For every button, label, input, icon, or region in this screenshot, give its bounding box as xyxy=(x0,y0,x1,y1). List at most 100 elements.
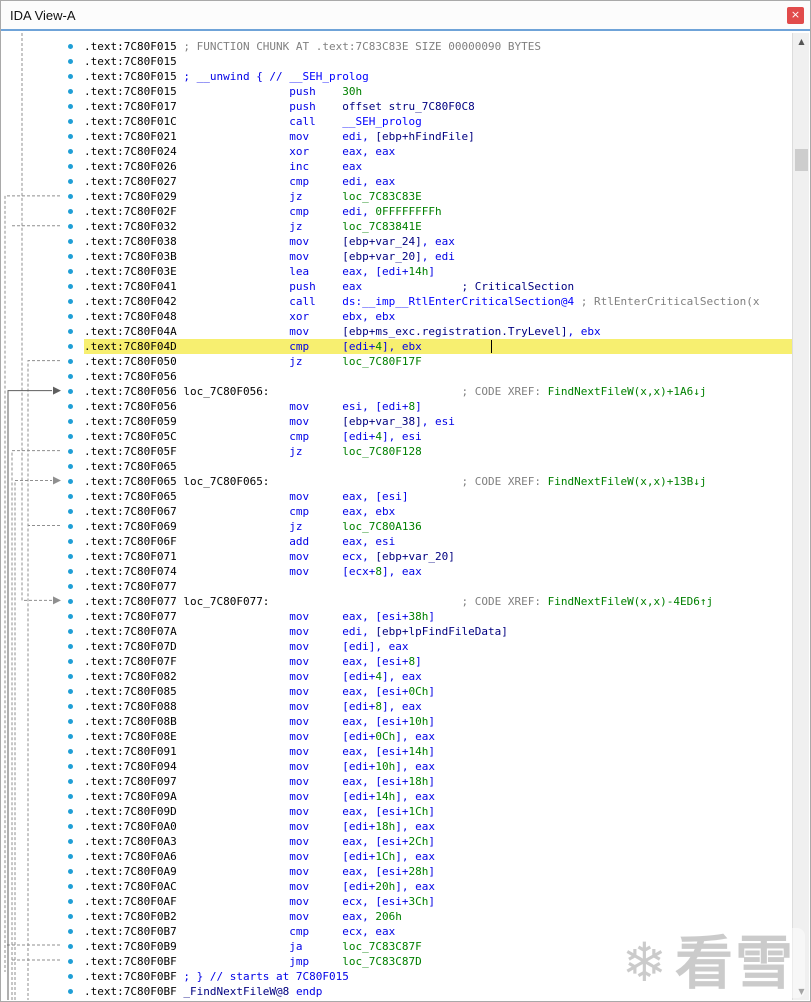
token-loc[interactable]: loc_7C83841E xyxy=(342,220,421,233)
scrollbar-thumb[interactable] xyxy=(795,149,808,171)
listing-line[interactable]: .text:7C80F065 loc_7C80F065: ; CODE XREF… xyxy=(68,474,792,489)
listing-line[interactable]: .text:7C80F0A6 mov [edi+1Ch], eax xyxy=(68,849,792,864)
listing-line[interactable]: .text:7C80F042 call ds:__imp__RtlEnterCr… xyxy=(68,294,792,309)
listing-line[interactable]: .text:7C80F067 cmp eax, ebx xyxy=(68,504,792,519)
listing-line[interactable]: .text:7C80F048 xor ebx, ebx xyxy=(68,309,792,324)
listing-line[interactable]: .text:7C80F0AF mov ecx, [esi+3Ch] xyxy=(68,894,792,909)
listing-line[interactable]: .text:7C80F04D cmp [edi+4], ebx xyxy=(68,339,792,354)
token-mn: mov xyxy=(176,700,343,713)
listing-line[interactable]: .text:7C80F015 push 30h xyxy=(68,84,792,99)
token-loc[interactable]: loc_7C80F128 xyxy=(342,445,421,458)
token-loc[interactable]: loc_7C83C87D xyxy=(342,955,421,968)
listing-line[interactable]: .text:7C80F09D mov eax, [esi+1Ch] xyxy=(68,804,792,819)
listing-line[interactable]: .text:7C80F017 push offset stru_7C80F0C8 xyxy=(68,99,792,114)
listing-line[interactable]: .text:7C80F0BF jmp loc_7C83C87D xyxy=(68,954,792,969)
token-var[interactable]: offset stru_7C80F0C8 xyxy=(342,100,474,113)
listing-line[interactable]: .text:7C80F097 mov eax, [esi+18h] xyxy=(68,774,792,789)
scrollbar-down-icon[interactable]: ▼ xyxy=(793,983,809,1000)
listing-line[interactable]: .text:7C80F077 xyxy=(68,579,792,594)
token-loc[interactable]: loc_7C80A136 xyxy=(342,520,421,533)
token-reg: [edi+ xyxy=(342,790,376,803)
token-reg: ], eax xyxy=(382,565,422,578)
listing-line[interactable]: .text:7C80F074 mov [ecx+8], eax xyxy=(68,564,792,579)
listing-line[interactable]: .text:7C80F065 mov eax, [esi] xyxy=(68,489,792,504)
token-var[interactable]: [ebp+hFindFile] xyxy=(375,130,474,143)
token-mn: mov xyxy=(176,655,343,668)
listing-line[interactable]: .text:7C80F038 mov [ebp+var_24], eax xyxy=(68,234,792,249)
token-var[interactable]: [ebp+ms_exc.registration.TryLevel] xyxy=(342,325,567,338)
listing-line[interactable]: .text:7C80F0A0 mov [edi+18h], eax xyxy=(68,819,792,834)
listing-line[interactable]: .text:7C80F05F jz loc_7C80F128 xyxy=(68,444,792,459)
listing-line[interactable]: .text:7C80F056 mov esi, [edi+8] xyxy=(68,399,792,414)
listing-line[interactable]: .text:7C80F021 mov edi, [ebp+hFindFile] xyxy=(68,129,792,144)
listing-line[interactable]: .text:7C80F069 jz loc_7C80A136 xyxy=(68,519,792,534)
listing-line[interactable]: .text:7C80F024 xor eax, eax xyxy=(68,144,792,159)
token-loc[interactable]: loc_7C83C87F xyxy=(342,940,421,953)
listing-line[interactable]: .text:7C80F0B2 mov eax, 206h xyxy=(68,909,792,924)
listing-line[interactable]: .text:7C80F026 inc eax xyxy=(68,159,792,174)
token-name[interactable]: __SEH_prolog xyxy=(289,70,368,83)
token-name[interactable]: __SEH_prolog xyxy=(342,115,421,128)
token-var[interactable]: _FindNextFileW@8 xyxy=(177,985,296,998)
listing-line[interactable]: .text:7C80F0AC mov [edi+20h], eax xyxy=(68,879,792,894)
listing-line[interactable]: .text:7C80F03E lea eax, [edi+14h] xyxy=(68,264,792,279)
listing-line[interactable]: .text:7C80F0B9 ja loc_7C83C87F xyxy=(68,939,792,954)
nav-marker-dot xyxy=(68,944,73,949)
listing-line[interactable]: .text:7C80F056 xyxy=(68,369,792,384)
token-reg: ] xyxy=(428,610,436,623)
listing-line[interactable]: .text:7C80F09A mov [edi+14h], eax xyxy=(68,789,792,804)
listing-line[interactable]: .text:7C80F088 mov [edi+8], eax xyxy=(68,699,792,714)
listing-line[interactable]: .text:7C80F04A mov [ebp+ms_exc.registrat… xyxy=(68,324,792,339)
listing-line[interactable]: .text:7C80F015 xyxy=(68,54,792,69)
token-mn: mov xyxy=(176,490,343,503)
token-reg: ] xyxy=(428,745,436,758)
listing-line[interactable]: .text:7C80F07A mov edi, [ebp+lpFindFileD… xyxy=(68,624,792,639)
close-button[interactable]: × xyxy=(787,6,804,24)
listing-line[interactable]: .text:7C80F0BF ; } // starts at 7C80F015 xyxy=(68,969,792,984)
listing-line[interactable]: .text:7C80F091 mov eax, [esi+14h] xyxy=(68,744,792,759)
listing-line[interactable]: .text:7C80F056 loc_7C80F056: ; CODE XREF… xyxy=(68,384,792,399)
listing-line[interactable]: .text:7C80F07D mov [edi], eax xyxy=(68,639,792,654)
listing-line[interactable]: .text:7C80F02F cmp edi, 0FFFFFFFFh xyxy=(68,204,792,219)
listing-line[interactable]: .text:7C80F077 loc_7C80F077: ; CODE XREF… xyxy=(68,594,792,609)
listing-line[interactable]: .text:7C80F027 cmp edi, eax xyxy=(68,174,792,189)
listing-line[interactable]: .text:7C80F08E mov [edi+0Ch], eax xyxy=(68,729,792,744)
listing-line[interactable]: .text:7C80F032 jz loc_7C83841E xyxy=(68,219,792,234)
listing-line[interactable]: .text:7C80F094 mov [edi+10h], eax xyxy=(68,759,792,774)
disassembly-listing[interactable]: .text:7C80F015 ; FUNCTION CHUNK AT .text… xyxy=(2,33,792,1000)
scrollbar-up-icon[interactable]: ▲ xyxy=(793,33,809,50)
listing-line[interactable]: .text:7C80F059 mov [ebp+var_38], esi xyxy=(68,414,792,429)
listing-line[interactable]: .text:7C80F08B mov eax, [esi+10h] xyxy=(68,714,792,729)
window-titlebar[interactable]: IDA View-A × xyxy=(1,1,810,31)
listing-line[interactable]: .text:7C80F0A9 mov eax, [esi+28h] xyxy=(68,864,792,879)
listing-line[interactable]: .text:7C80F0B7 cmp ecx, eax xyxy=(68,924,792,939)
listing-line[interactable]: .text:7C80F03B mov [ebp+var_20], edi xyxy=(68,249,792,264)
listing-line[interactable]: .text:7C80F015 ; __unwind { // __SEH_pro… xyxy=(68,69,792,84)
token-loc[interactable]: loc_7C80F17F xyxy=(342,355,421,368)
listing-line[interactable]: .text:7C80F07F mov eax, [esi+8] xyxy=(68,654,792,669)
listing-line[interactable]: .text:7C80F085 mov eax, [esi+0Ch] xyxy=(68,684,792,699)
vertical-scrollbar[interactable]: ▲ ▼ xyxy=(792,33,809,1000)
token-var[interactable]: [ebp+var_20] xyxy=(342,250,421,263)
listing-line[interactable]: .text:7C80F041 push eax ; CriticalSectio… xyxy=(68,279,792,294)
listing-line[interactable]: .text:7C80F06F add eax, esi xyxy=(68,534,792,549)
token-name[interactable]: ds:__imp__RtlEnterCriticalSection@4 xyxy=(342,295,574,308)
token-reg: eax, [edi+ xyxy=(342,265,409,278)
listing-line[interactable]: .text:7C80F065 xyxy=(68,459,792,474)
token-var[interactable]: [ebp+lpFindFileData] xyxy=(375,625,507,638)
token-mn: mov xyxy=(176,235,343,248)
listing-line[interactable]: .text:7C80F0BF _FindNextFileW@8 endp xyxy=(68,984,792,999)
token-var[interactable]: [ebp+var_24] xyxy=(342,235,421,248)
token-loc[interactable]: loc_7C83C83E xyxy=(342,190,421,203)
listing-line[interactable]: .text:7C80F077 mov eax, [esi+38h] xyxy=(68,609,792,624)
listing-line[interactable]: .text:7C80F01C call __SEH_prolog xyxy=(68,114,792,129)
listing-line[interactable]: .text:7C80F015 ; FUNCTION CHUNK AT .text… xyxy=(68,39,792,54)
listing-line[interactable]: .text:7C80F029 jz loc_7C83C83E xyxy=(68,189,792,204)
listing-line[interactable]: .text:7C80F071 mov ecx, [ebp+var_20] xyxy=(68,549,792,564)
token-var[interactable]: [ebp+var_20] xyxy=(375,550,454,563)
listing-line[interactable]: .text:7C80F082 mov [edi+4], eax xyxy=(68,669,792,684)
listing-line[interactable]: .text:7C80F0A3 mov eax, [esi+2Ch] xyxy=(68,834,792,849)
listing-line[interactable]: .text:7C80F050 jz loc_7C80F17F xyxy=(68,354,792,369)
listing-line[interactable]: .text:7C80F05C cmp [edi+4], esi xyxy=(68,429,792,444)
token-var[interactable]: [ebp+var_38] xyxy=(342,415,421,428)
